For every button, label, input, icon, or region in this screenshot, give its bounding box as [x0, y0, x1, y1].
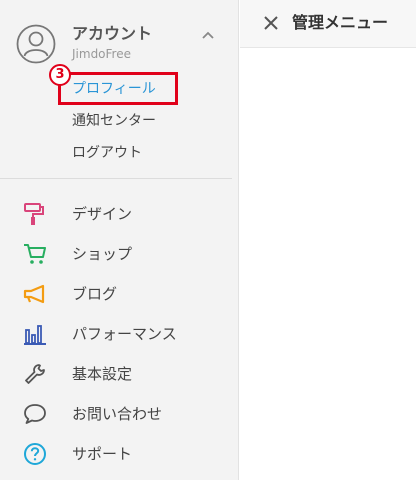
megaphone-icon	[23, 284, 45, 304]
bar-chart-icon	[24, 325, 46, 345]
nav-label: ショップ	[72, 245, 133, 263]
nav-label: サポート	[72, 445, 133, 463]
paint-roller-icon	[24, 203, 44, 225]
nav-label: デザイン	[72, 205, 133, 223]
step-number-badge: 3	[49, 64, 71, 86]
nav-item-support[interactable]: サポート	[0, 434, 239, 474]
nav-item-design[interactable]: デザイン	[0, 194, 239, 234]
main-content	[240, 48, 416, 480]
nav-item-performance[interactable]: パフォーマンス	[0, 314, 239, 354]
account-title[interactable]: アカウント	[72, 24, 152, 44]
account-plan: JimdoFree	[72, 47, 131, 61]
nav-item-shop[interactable]: ショップ	[0, 234, 239, 274]
nav-item-blog[interactable]: ブログ	[0, 274, 239, 314]
speech-bubble-icon	[24, 404, 46, 424]
nav-label: お問い合わせ	[72, 405, 163, 423]
submenu-item-logout[interactable]: ログアウト	[72, 144, 142, 162]
nav-item-contact[interactable]: お問い合わせ	[0, 394, 239, 434]
sidebar: アカウント JimdoFree プロフィール 通知センター ログアウト 3 デザ…	[0, 0, 239, 480]
avatar-icon[interactable]	[16, 24, 56, 64]
chevron-up-icon[interactable]	[200, 28, 216, 44]
nav-label: パフォーマンス	[72, 325, 177, 343]
wrench-icon	[25, 364, 45, 384]
submenu-item-notifications[interactable]: 通知センター	[72, 112, 156, 130]
shopping-cart-icon	[24, 244, 46, 264]
nav-label: 基本設定	[72, 365, 133, 383]
close-icon[interactable]	[262, 14, 280, 32]
highlight-annotation-box	[58, 72, 178, 105]
question-circle-icon	[24, 443, 46, 465]
divider	[0, 178, 232, 179]
admin-menu-title: 管理メニュー	[292, 13, 389, 32]
nav-label: ブログ	[72, 285, 118, 303]
nav-item-settings[interactable]: 基本設定	[0, 354, 239, 394]
